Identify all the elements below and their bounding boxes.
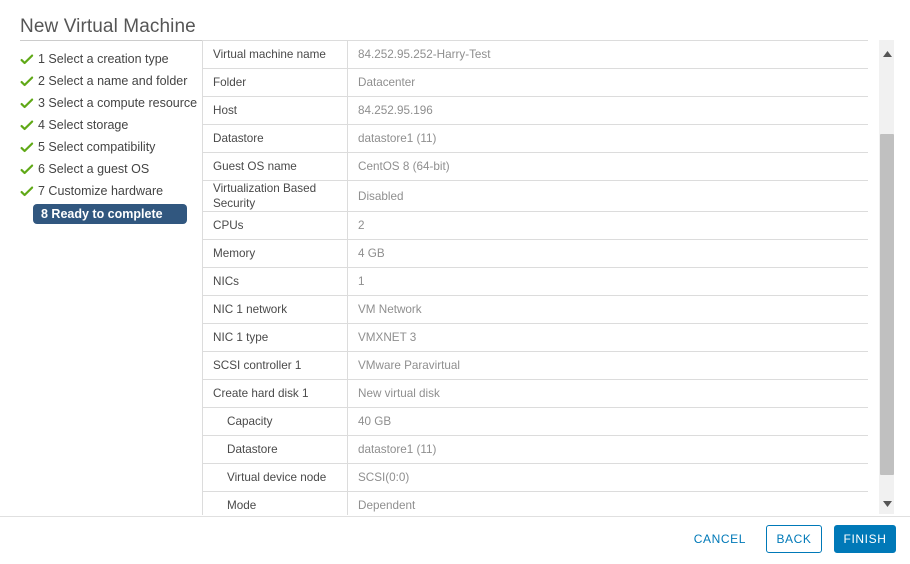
summary-key-cell: NICs (202, 267, 348, 296)
wizard-step-label: 4 Select storage (38, 118, 129, 132)
table-row: Guest OS name CentOS 8 (64-bit) (202, 152, 868, 181)
check-icon (20, 163, 34, 177)
summary-key-cell: Create hard disk 1 (202, 379, 348, 408)
summary-value-cell: 2 (347, 211, 868, 240)
summary-key-cell: NIC 1 type (202, 323, 348, 352)
summary-value-cell: 84.252.95.196 (347, 96, 868, 125)
summary-value-cell: 84.252.95.252-Harry-Test (347, 40, 868, 69)
summary-value-cell: datastore1 (11) (347, 124, 868, 153)
wizard-step-label: 5 Select compatibility (38, 140, 156, 154)
wizard-step-label: 7 Customize hardware (38, 184, 164, 198)
summary-value-cell: SCSI(0:0) (347, 463, 868, 492)
table-row: Create hard disk 1 New virtual disk (202, 379, 868, 408)
summary-key-cell: Folder (202, 68, 348, 97)
summary-value-cell: CentOS 8 (64-bit) (347, 152, 868, 181)
wizard-steps-nav: 1 Select a creation type 2 Select a name … (20, 50, 200, 227)
summary-key-cell: NIC 1 network (202, 295, 348, 324)
summary-key-cell: Guest OS name (202, 152, 348, 181)
summary-key-cell: Host (202, 96, 348, 125)
wizard-step-7[interactable]: 7 Customize hardware (20, 182, 200, 201)
summary-value-cell: 4 GB (347, 239, 868, 268)
wizard-step-label: 3 Select a compute resource (38, 96, 198, 110)
table-row: Datastore datastore1 (11) (202, 124, 868, 153)
summary-value-cell: Disabled (347, 180, 868, 212)
summary-value-cell: Dependent (347, 491, 868, 515)
new-virtual-machine-wizard: New Virtual Machine 1 Select a creation … (0, 0, 910, 564)
summary-value-cell: 40 GB (347, 407, 868, 436)
summary-key-cell: Virtual machine name (202, 40, 348, 69)
summary-value-cell: datastore1 (11) (347, 435, 868, 464)
check-icon (20, 185, 34, 199)
table-row: Host 84.252.95.196 (202, 96, 868, 125)
wizard-step-label: 8 Ready to complete (41, 206, 163, 221)
page-title: New Virtual Machine (20, 16, 196, 37)
scrollbar-thumb[interactable] (880, 134, 894, 475)
check-icon (20, 119, 34, 133)
wizard-step-3[interactable]: 3 Select a compute resource (20, 94, 200, 113)
summary-value-cell: VM Network (347, 295, 868, 324)
summary-key-cell: SCSI controller 1 (202, 351, 348, 380)
cancel-button[interactable]: CANCEL (686, 525, 754, 553)
wizard-step-label: 6 Select a guest OS (38, 162, 150, 176)
summary-key-cell: Virtualization Based Security (202, 180, 348, 212)
wizard-step-1[interactable]: 1 Select a creation type (20, 50, 200, 69)
table-row: SCSI controller 1 VMware Paravirtual (202, 351, 868, 380)
footer-button-group: CANCEL BACK FINISH (686, 525, 896, 553)
wizard-step-8[interactable]: 8 Ready to complete (33, 204, 187, 224)
table-row: Folder Datacenter (202, 68, 868, 97)
summary-scrollbar[interactable] (878, 40, 894, 514)
summary-key-cell: Datastore (202, 435, 348, 464)
table-row: Capacity 40 GB (202, 407, 868, 436)
table-row: NICs 1 (202, 267, 868, 296)
check-icon (20, 97, 34, 111)
table-row: NIC 1 network VM Network (202, 295, 868, 324)
summary-value-cell: Datacenter (347, 68, 868, 97)
summary-table: Virtual machine name 84.252.95.252-Harry-… (202, 40, 868, 515)
table-row: NIC 1 type VMXNET 3 (202, 323, 868, 352)
check-icon (20, 75, 34, 89)
caret-up-icon[interactable] (879, 46, 895, 62)
back-button[interactable]: BACK (766, 525, 822, 553)
summary-value-cell: VMware Paravirtual (347, 351, 868, 380)
wizard-step-4[interactable]: 4 Select storage (20, 116, 200, 135)
summary-key-cell: Virtual device node (202, 463, 348, 492)
wizard-step-label: 2 Select a name and folder (38, 74, 188, 88)
finish-button[interactable]: FINISH (834, 525, 896, 553)
table-row: Memory 4 GB (202, 239, 868, 268)
summary-key-cell: Mode (202, 491, 348, 515)
summary-pane: Virtual machine name 84.252.95.252-Harry-… (202, 40, 868, 515)
table-row: Datastore datastore1 (11) (202, 435, 868, 464)
wizard-footer: CANCEL BACK FINISH (0, 517, 910, 564)
summary-key-cell: CPUs (202, 211, 348, 240)
table-row: Mode Dependent (202, 491, 868, 515)
summary-key-cell: Memory (202, 239, 348, 268)
wizard-step-label: 1 Select a creation type (38, 52, 169, 66)
summary-key-cell: Datastore (202, 124, 348, 153)
table-row: Virtual device node SCSI(0:0) (202, 463, 868, 492)
wizard-step-2[interactable]: 2 Select a name and folder (20, 72, 200, 91)
summary-value-cell: New virtual disk (347, 379, 868, 408)
caret-down-icon[interactable] (879, 496, 895, 512)
table-row: Virtual machine name 84.252.95.252-Harry-… (202, 40, 868, 69)
wizard-step-5[interactable]: 5 Select compatibility (20, 138, 200, 157)
summary-key-cell: Capacity (202, 407, 348, 436)
summary-value-cell: VMXNET 3 (347, 323, 868, 352)
wizard-step-6[interactable]: 6 Select a guest OS (20, 160, 200, 179)
summary-value-cell: 1 (347, 267, 868, 296)
table-row: CPUs 2 (202, 211, 868, 240)
check-icon (20, 141, 34, 155)
title-divider (20, 40, 202, 41)
table-row: Virtualization Based Security Disabled (202, 180, 868, 212)
check-icon (20, 53, 34, 67)
